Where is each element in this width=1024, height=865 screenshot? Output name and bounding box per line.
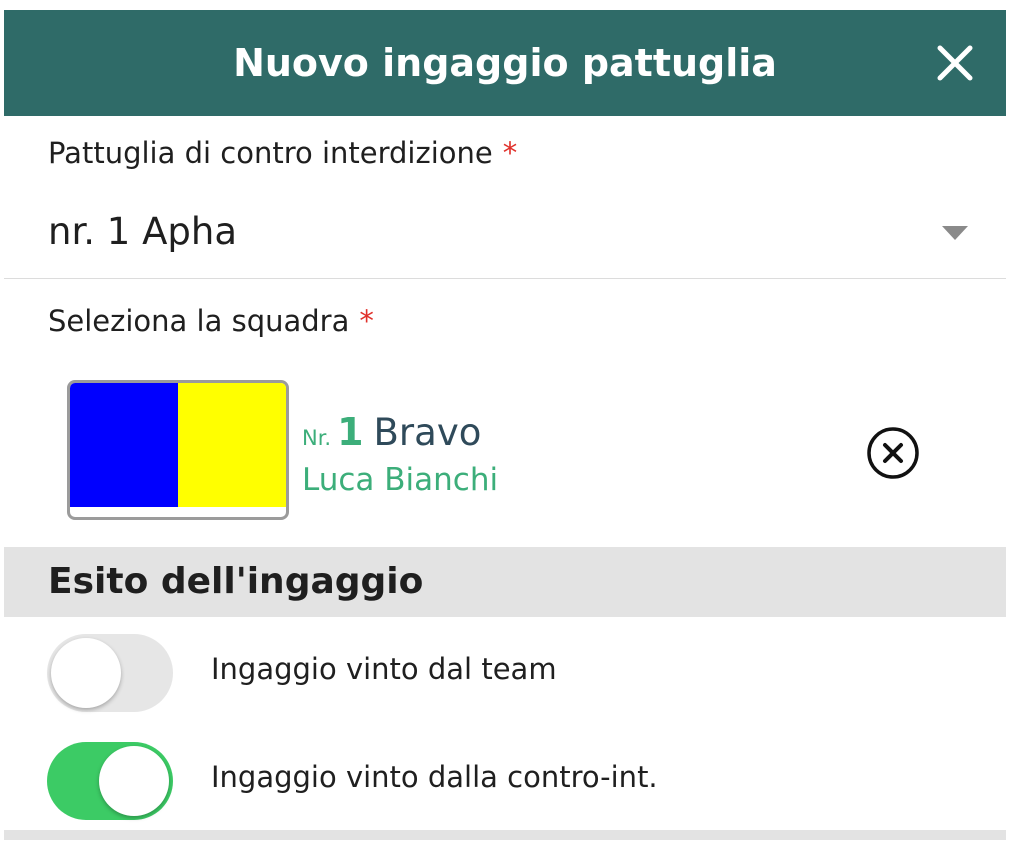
team-number-and-name: Nr. 1 Bravo [302, 410, 481, 454]
team-number: 1 [337, 410, 364, 454]
remove-team-button[interactable] [866, 426, 920, 480]
team-leader: Luca Bianchi [302, 462, 499, 498]
patrol-select-value: nr. 1 Apha [48, 210, 238, 253]
team-label-text: Seleziona la squadra [48, 304, 350, 338]
outcome-section-header: Esito dell'ingaggio [4, 547, 1006, 617]
patrol-label-text: Pattuglia di contro interdizione [48, 136, 493, 170]
team-win-label: Ingaggio vinto dal team [211, 652, 557, 686]
team-field-label: Seleziona la squadra * [48, 304, 374, 338]
team-flag [67, 380, 289, 520]
flag-blue-stripe [70, 383, 178, 507]
dialog-title: Nuovo ingaggio pattuglia [233, 41, 777, 85]
patrol-field-label: Pattuglia di contro interdizione * [48, 136, 517, 170]
toggle-row-counter-win: Ingaggio vinto dalla contro-int. [4, 740, 1006, 820]
toggle-row-team-win: Ingaggio vinto dal team [4, 632, 1006, 712]
engagement-dialog: Nuovo ingaggio pattuglia Pattuglia di co… [4, 10, 1006, 865]
circle-x-icon [867, 427, 919, 479]
required-marker: * [359, 304, 374, 338]
selected-team[interactable]: Nr. 1 Bravo Luca Bianchi [4, 370, 1006, 530]
required-marker: * [502, 136, 518, 170]
outcome-section-title: Esito dell'ingaggio [48, 561, 424, 602]
team-number-prefix: Nr. [302, 426, 332, 450]
counter-int-win-label: Ingaggio vinto dalla contro-int. [211, 760, 658, 794]
team-name: Bravo [373, 411, 482, 454]
counter-int-win-toggle[interactable] [47, 742, 173, 820]
bottom-divider [4, 830, 1006, 840]
close-icon [937, 45, 973, 81]
dialog-header: Nuovo ingaggio pattuglia [4, 10, 1006, 116]
toggle-knob [99, 746, 169, 816]
team-win-toggle[interactable] [47, 634, 173, 712]
toggle-knob [51, 638, 121, 708]
caret-down-icon [942, 226, 968, 240]
close-button[interactable] [936, 44, 974, 82]
flag-yellow-stripe [178, 383, 286, 507]
patrol-select[interactable]: nr. 1 Apha [4, 206, 1006, 279]
